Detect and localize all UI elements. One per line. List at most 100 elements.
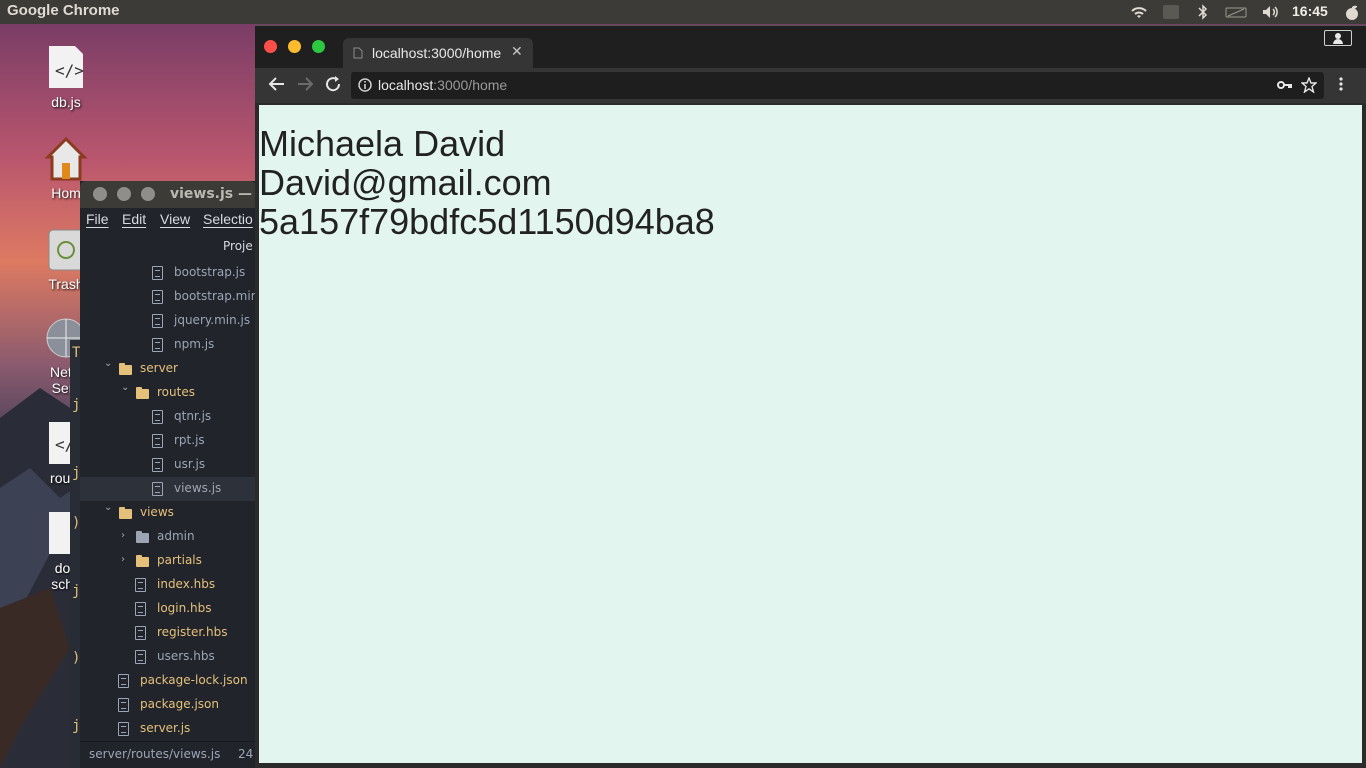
tree-item-label: qtnr.js xyxy=(174,409,212,423)
chevron-right-icon[interactable]: › xyxy=(121,554,125,565)
editor-maximize-button[interactable] xyxy=(141,187,155,201)
file-icon xyxy=(152,482,163,496)
desktop-icon-db-js[interactable]: </> db.js xyxy=(29,44,103,110)
tree-item-label: rpt.js xyxy=(174,433,205,447)
system-menu-icon[interactable] xyxy=(1343,3,1361,21)
menu-view[interactable]: View xyxy=(160,211,190,227)
tree-item[interactable]: ⌄ server xyxy=(80,357,256,381)
home-folder-icon xyxy=(44,136,88,181)
file-icon xyxy=(135,626,146,640)
chevron-down-icon[interactable]: ⌄ xyxy=(121,382,129,393)
chrome-window: localhost:3000/home ✕ localhost:3000/hom… xyxy=(255,25,1366,768)
tree-item-label: views.js xyxy=(174,481,222,495)
folder-icon xyxy=(136,387,149,399)
bluetooth-icon[interactable] xyxy=(1196,3,1210,21)
chrome-minimize-button[interactable] xyxy=(288,40,301,53)
editor-titlebar[interactable]: views.js — xyxy=(80,181,256,208)
user-email: David@gmail.com xyxy=(259,162,552,203)
key-icon[interactable] xyxy=(1277,79,1293,91)
tree-item[interactable]: qtnr.js xyxy=(80,405,256,429)
user-id: 5a157f79bdfc5d1150d94ba8 xyxy=(259,201,715,242)
file-icon xyxy=(152,434,163,448)
tree-item[interactable]: register.hbs xyxy=(80,621,256,645)
atom-editor-window: views.js — File Edit View Selectio Proje… xyxy=(80,181,256,768)
file-icon xyxy=(135,578,146,592)
bookmark-star-icon[interactable] xyxy=(1301,77,1317,93)
tree-item[interactable]: views.js xyxy=(80,477,256,501)
battery-icon[interactable] xyxy=(1224,3,1250,21)
back-arrow-icon[interactable] xyxy=(268,75,286,98)
tree-item-label: partials xyxy=(157,553,202,567)
clock[interactable]: 16:45 xyxy=(1292,3,1328,19)
tree-item-label: package-lock.json xyxy=(140,673,248,687)
profile-icon[interactable] xyxy=(1324,30,1352,46)
tree-item-label: index.hbs xyxy=(157,577,216,591)
chrome-close-button[interactable] xyxy=(264,40,277,53)
chrome-menu-icon[interactable] xyxy=(1338,75,1344,98)
tree-item-label: login.hbs xyxy=(157,601,212,615)
tree-item[interactable]: package-lock.json xyxy=(80,669,256,693)
desktop-icon-label: db.js xyxy=(51,94,81,110)
tree-item-label: users.hbs xyxy=(157,649,215,663)
menu-file[interactable]: File xyxy=(86,211,109,227)
tree-item[interactable]: server.js xyxy=(80,717,256,741)
tree-item[interactable]: › partials xyxy=(80,549,256,573)
top-panel: Google Chrome 16:45 xyxy=(0,0,1366,24)
forward-arrow-icon[interactable] xyxy=(296,75,314,98)
status-cursor-position[interactable]: 24 xyxy=(238,747,253,761)
tree-item[interactable]: rpt.js xyxy=(80,429,256,453)
file-icon xyxy=(152,290,163,304)
keyboard-indicator-icon[interactable] xyxy=(1160,3,1182,21)
tree-item[interactable]: usr.js xyxy=(80,453,256,477)
status-file-path[interactable]: server/routes/views.js xyxy=(89,747,220,761)
tree-item-label: bootstrap.mir xyxy=(174,289,256,303)
tree-item[interactable]: › admin xyxy=(80,525,256,549)
file-icon xyxy=(135,602,146,616)
tree-item-label: server.js xyxy=(140,721,191,735)
address-bar[interactable]: localhost:3000/home xyxy=(351,72,1324,99)
tree-item[interactable]: ⌄ routes xyxy=(80,381,256,405)
file-icon xyxy=(152,314,163,328)
editor-menubar: File Edit View Selectio xyxy=(80,208,256,232)
site-info-icon[interactable] xyxy=(358,78,372,92)
menu-selection[interactable]: Selectio xyxy=(203,211,253,227)
svg-text:</>: </> xyxy=(55,61,84,80)
editor-close-button[interactable] xyxy=(93,187,107,201)
page-favicon-icon xyxy=(353,47,363,59)
chevron-down-icon[interactable]: ⌄ xyxy=(104,502,112,513)
active-app-name[interactable]: Google Chrome xyxy=(7,2,120,19)
file-icon xyxy=(152,266,163,280)
tree-item[interactable]: jquery.min.js xyxy=(80,309,256,333)
tree-item[interactable]: bootstrap.mir xyxy=(80,285,256,309)
code-editor-gutter: T j j ) j ) j xyxy=(70,340,80,768)
code-file-icon: </> xyxy=(49,46,84,88)
tree-item[interactable]: index.hbs xyxy=(80,573,256,597)
wifi-icon[interactable] xyxy=(1128,3,1150,21)
tree-item[interactable]: package.json xyxy=(80,693,256,717)
page-content: Michaela David David@gmail.com 5a157f79b… xyxy=(259,105,1362,763)
reload-icon[interactable] xyxy=(324,75,342,98)
chevron-right-icon[interactable]: › xyxy=(121,530,125,541)
chevron-down-icon[interactable]: ⌄ xyxy=(104,358,112,369)
tree-item[interactable]: login.hbs xyxy=(80,597,256,621)
tree-item[interactable]: ⌄ views xyxy=(80,501,256,525)
tab-title: localhost:3000/home xyxy=(372,45,502,61)
menu-edit[interactable]: Edit xyxy=(122,211,146,227)
file-icon xyxy=(152,410,163,424)
url-path: :3000/home xyxy=(433,77,508,93)
chrome-maximize-button[interactable] xyxy=(312,40,325,53)
project-panel-header[interactable]: Proje xyxy=(223,239,253,253)
editor-minimize-button[interactable] xyxy=(117,187,131,201)
browser-tab[interactable]: localhost:3000/home ✕ xyxy=(343,38,533,69)
tree-item-label: register.hbs xyxy=(157,625,228,639)
chrome-tab-strip: localhost:3000/home ✕ xyxy=(255,25,1366,69)
tree-item[interactable]: npm.js xyxy=(80,333,256,357)
url-text[interactable]: localhost:3000/home xyxy=(378,77,507,93)
file-icon xyxy=(152,338,163,352)
volume-icon[interactable] xyxy=(1260,3,1282,21)
tree-item-label: views xyxy=(140,505,174,519)
tree-item-label: admin xyxy=(157,529,195,543)
tree-item[interactable]: bootstrap.js xyxy=(80,261,256,285)
tab-close-icon[interactable]: ✕ xyxy=(511,44,523,60)
tree-item[interactable]: users.hbs xyxy=(80,645,256,669)
